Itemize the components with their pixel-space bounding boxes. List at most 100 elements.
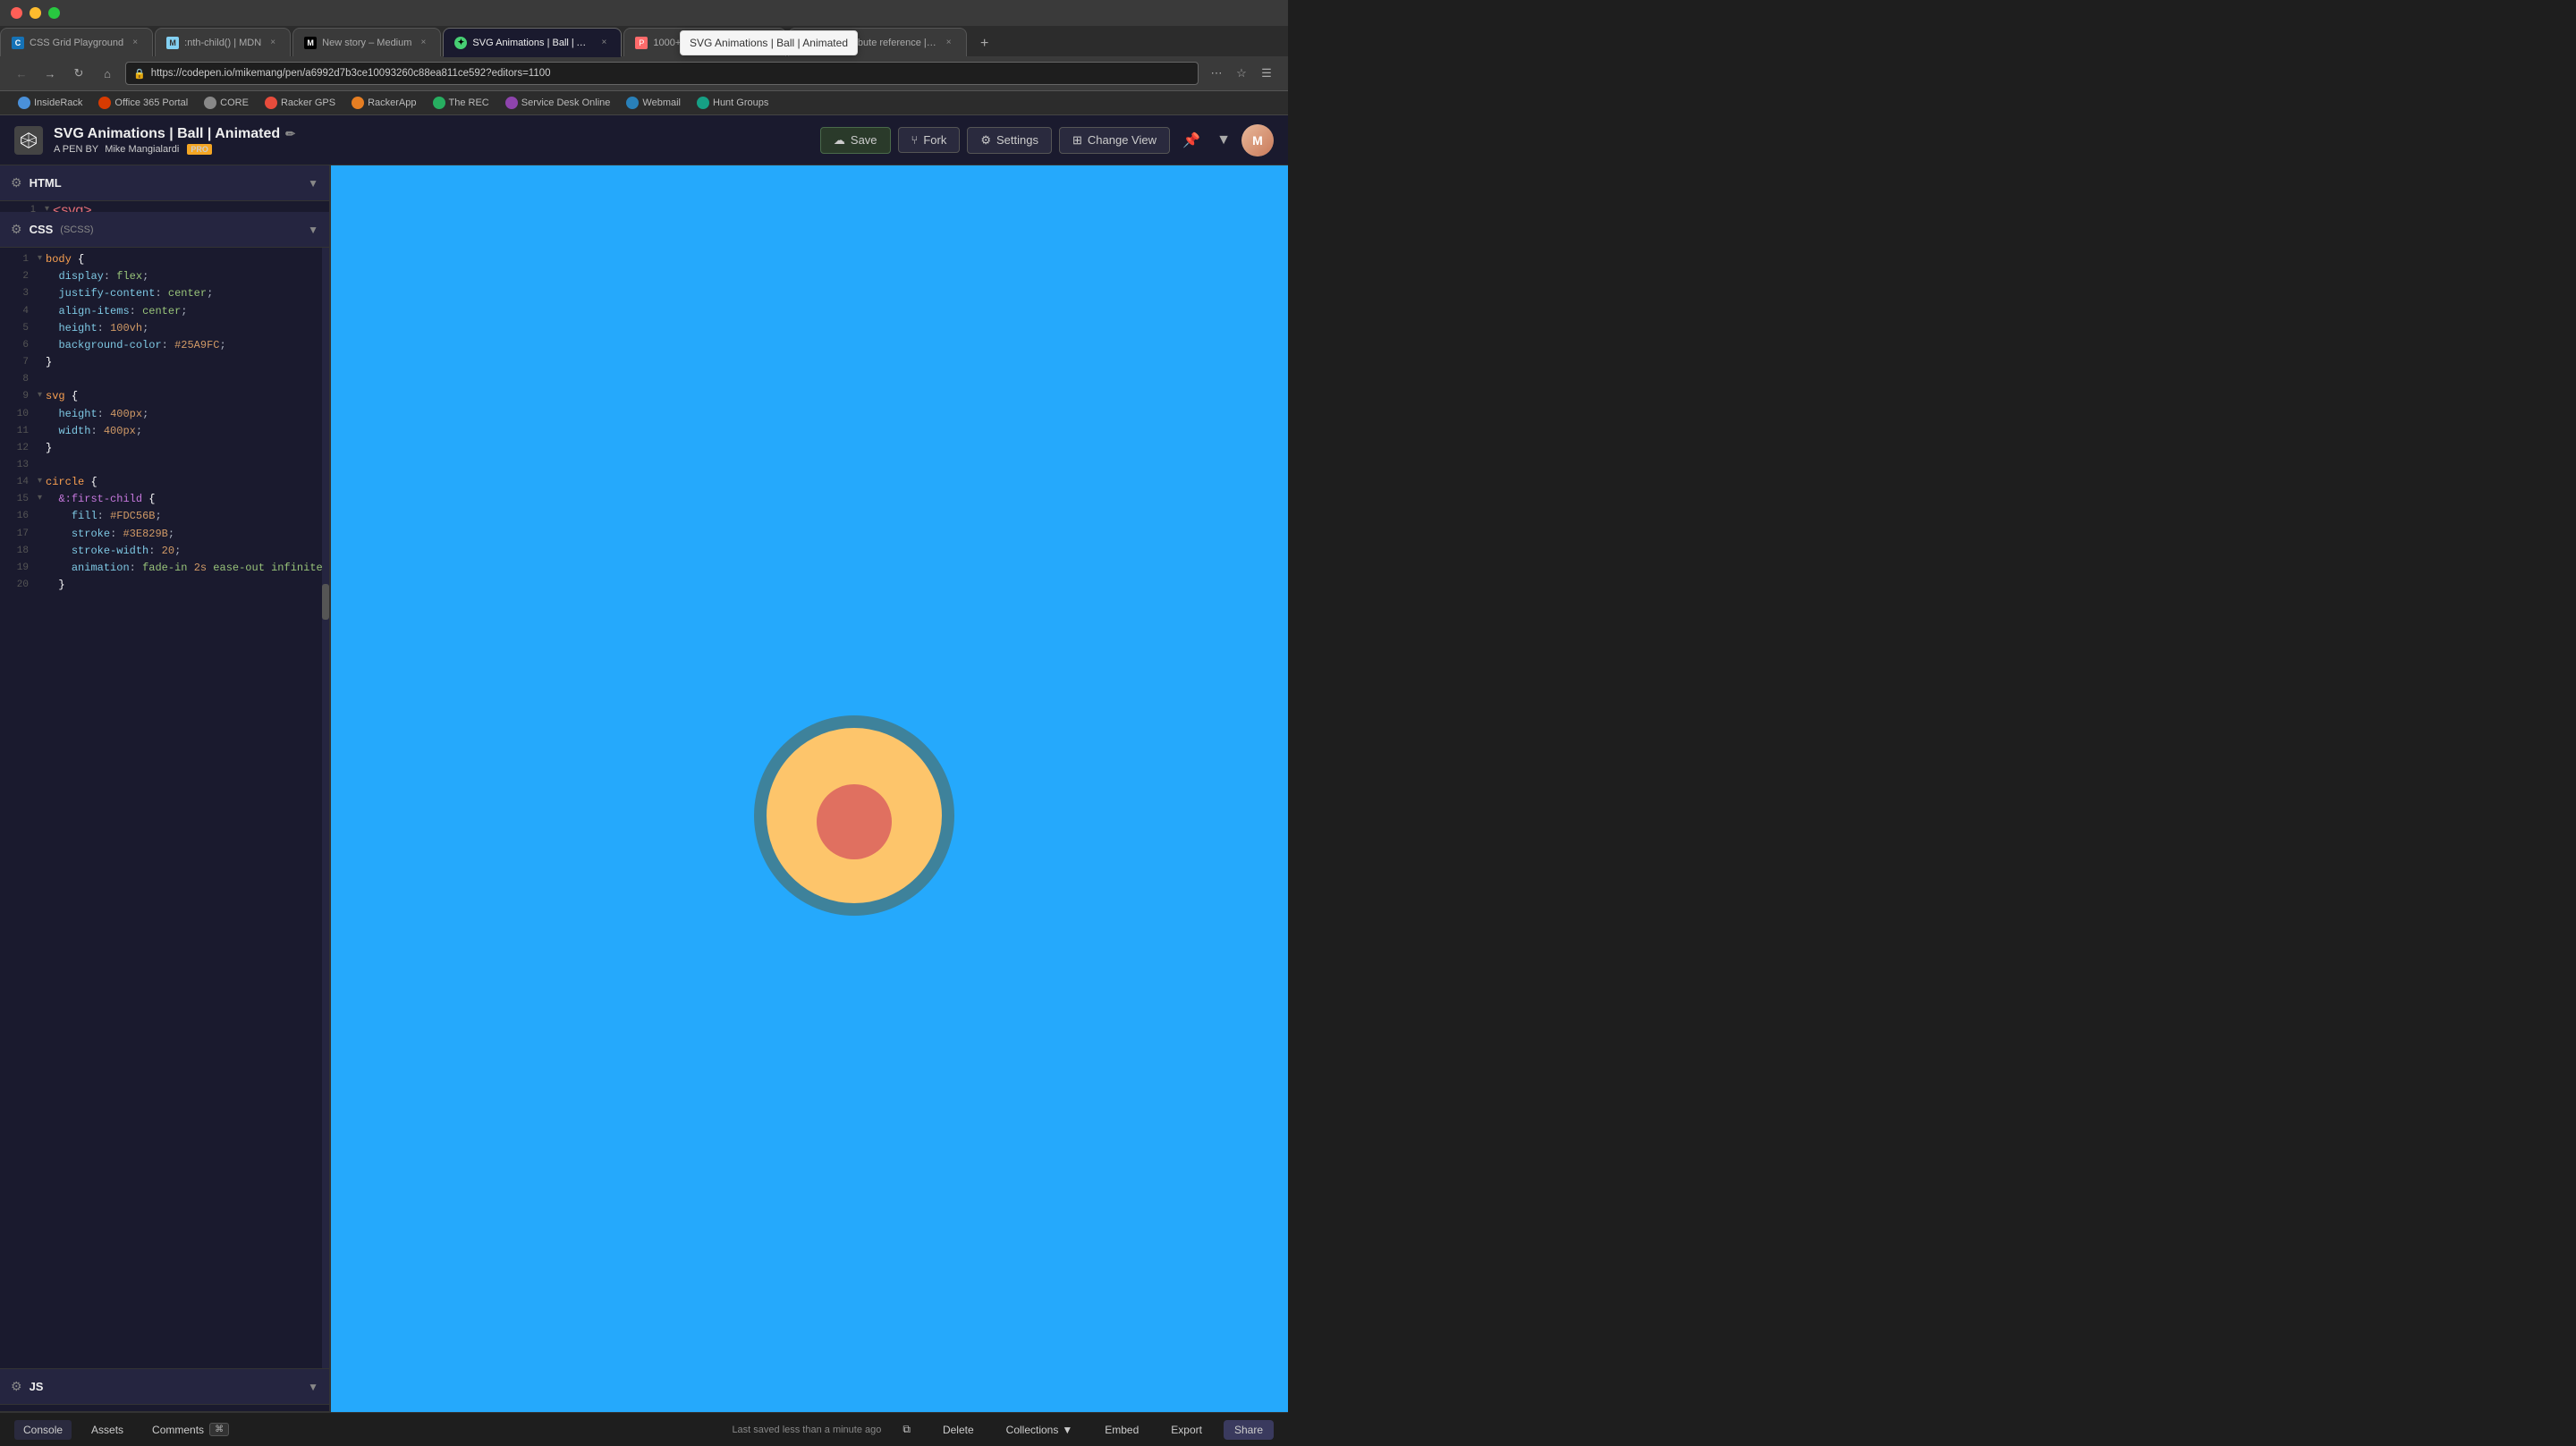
- forward-button[interactable]: →: [39, 63, 61, 84]
- js-gear-icon[interactable]: ⚙: [11, 1379, 22, 1394]
- browser-chrome: C CSS Grid Playground × M :nth-child() |…: [0, 0, 1288, 115]
- css-code-editor[interactable]: 1 ▾ body { 2 ▾ display: flex; 3: [0, 248, 322, 1368]
- tab-favicon-medium: M: [304, 37, 317, 49]
- ball-animation-svg: [729, 690, 979, 941]
- css-scrollbar-thumb[interactable]: [322, 584, 329, 620]
- tab-medium[interactable]: M New story – Medium ×: [292, 28, 441, 56]
- codepen-title-area: SVG Animations | Ball | Animated ✏ A PEN…: [54, 126, 809, 155]
- bookmark-service-desk[interactable]: Service Desk Online: [498, 95, 618, 111]
- refresh-button[interactable]: ↻: [68, 63, 89, 84]
- delete-button[interactable]: Delete: [932, 1420, 985, 1440]
- traffic-light-fullscreen[interactable]: [48, 7, 60, 19]
- back-button[interactable]: ←: [11, 63, 32, 84]
- codepen-logo[interactable]: [14, 126, 43, 155]
- tab-css-grid[interactable]: C CSS Grid Playground ×: [0, 28, 153, 56]
- tab-close-nth-child[interactable]: ×: [267, 37, 279, 49]
- bookmark-icon-webmail: [626, 97, 639, 109]
- header-chevron[interactable]: ▼: [1213, 126, 1234, 155]
- share-button[interactable]: Share: [1224, 1420, 1274, 1440]
- codepen-actions: ☁ Save ⑂ Fork ⚙ Settings ⊞ Change View 📌…: [820, 124, 1274, 156]
- css-line-19: 19 ▾ animation: fade-in 2s ease-out infi…: [0, 560, 322, 577]
- lock-icon: 🔒: [133, 68, 146, 80]
- html-panel-title: HTML: [30, 176, 62, 190]
- html-panel: ⚙ HTML ▼ 1 ▾ <svg>: [0, 165, 329, 212]
- save-button[interactable]: ☁ Save: [820, 127, 891, 154]
- change-view-button[interactable]: ⊞ Change View: [1059, 127, 1170, 154]
- css-panel-subtitle: (SCSS): [60, 224, 93, 235]
- settings-icon: ⚙: [980, 133, 991, 148]
- menu-button[interactable]: ☰: [1256, 63, 1277, 84]
- last-saved-text: Last saved less than a minute ago: [732, 1425, 881, 1435]
- css-line-14: 14 ▾ circle {: [0, 474, 322, 491]
- pen-title: SVG Animations | Ball | Animated ✏: [54, 126, 809, 142]
- css-line-1: 1 ▾ body {: [0, 251, 322, 268]
- author-name[interactable]: Mike Mangialardi: [105, 144, 179, 155]
- tab-nth-child[interactable]: M :nth-child() | MDN ×: [155, 28, 291, 56]
- bookmark-insiderack[interactable]: InsideRack: [11, 95, 89, 111]
- tab-title-css-grid: CSS Grid Playground: [30, 38, 123, 48]
- js-chevron-icon[interactable]: ▼: [308, 1381, 318, 1393]
- save-icon: ☁: [834, 133, 845, 148]
- pro-badge: PRO: [187, 144, 212, 155]
- pin-button[interactable]: 📌: [1177, 126, 1206, 155]
- bookmark-label-webmail: Webmail: [642, 97, 681, 108]
- bookmark-racker-gps[interactable]: Racker GPS: [258, 95, 343, 111]
- bookmark-office365[interactable]: Office 365 Portal: [91, 95, 195, 111]
- tab-favicon-nth-child: M: [166, 37, 179, 49]
- user-avatar[interactable]: M: [1241, 124, 1274, 156]
- html-chevron-icon[interactable]: ▼: [308, 177, 318, 190]
- settings-button[interactable]: ⚙ Settings: [967, 127, 1052, 154]
- bookmark-label-office365: Office 365 Portal: [114, 97, 188, 108]
- embed-button[interactable]: Embed: [1094, 1420, 1149, 1440]
- css-line-2: 2 ▾ display: flex;: [0, 268, 322, 285]
- nav-right-buttons: ⋯ ☆ ☰: [1206, 63, 1277, 84]
- preview-area: [331, 165, 1288, 1412]
- new-tab-button[interactable]: +: [972, 31, 997, 56]
- css-line-3: 3 ▾ justify-content: center;: [0, 285, 322, 302]
- bookmark-button[interactable]: ☆: [1231, 63, 1252, 84]
- traffic-light-close[interactable]: [11, 7, 22, 19]
- console-button[interactable]: Console: [14, 1420, 72, 1440]
- css-line-18: 18 ▾ stroke-width: 20;: [0, 543, 322, 560]
- open-new-icon: ⧉: [902, 1423, 911, 1436]
- assets-button[interactable]: Assets: [82, 1420, 132, 1440]
- css-scrollbar[interactable]: [322, 248, 329, 1368]
- codepen-app: SVG Animations | Ball | Animated ✏ A PEN…: [0, 115, 1288, 1446]
- html-gear-icon[interactable]: ⚙: [11, 175, 22, 190]
- bookmark-webmail[interactable]: Webmail: [619, 95, 688, 111]
- extensions-button[interactable]: ⋯: [1206, 63, 1227, 84]
- collections-button[interactable]: Collections ▼: [996, 1420, 1084, 1440]
- traffic-light-minimize[interactable]: [30, 7, 41, 19]
- bookmark-the-rec[interactable]: The REC: [426, 95, 496, 111]
- bookmark-core[interactable]: CORE: [197, 95, 256, 111]
- css-line-11: 11 ▾ width: 400px;: [0, 423, 322, 440]
- tab-codepen-ball[interactable]: ✦ SVG Animations | Ball | Anim... ×: [443, 28, 622, 56]
- tab-close-css-grid[interactable]: ×: [129, 37, 141, 49]
- title-bar: [0, 0, 1288, 26]
- bookmark-hunt-groups[interactable]: Hunt Groups: [690, 95, 775, 111]
- comments-button[interactable]: Comments ⌘: [143, 1419, 238, 1440]
- tabs-bar: C CSS Grid Playground × M :nth-child() |…: [0, 26, 1288, 56]
- bookmark-icon-rackerapp: [352, 97, 364, 109]
- css-line-13: 13 ▾: [0, 457, 322, 474]
- address-bar[interactable]: 🔒 https://codepen.io/mikemang/pen/a6992d…: [125, 62, 1199, 85]
- css-gear-icon[interactable]: ⚙: [11, 222, 22, 237]
- tab-close-medium[interactable]: ×: [417, 37, 429, 49]
- css-panel: ⚙ CSS (SCSS) ▼ 1 ▾ body {: [0, 212, 329, 1369]
- bookmark-icon-service-desk: [505, 97, 518, 109]
- open-in-new-button[interactable]: ⧉: [892, 1419, 921, 1440]
- tab-title-medium: New story – Medium: [322, 38, 411, 48]
- css-chevron-icon[interactable]: ▼: [308, 224, 318, 236]
- edit-title-icon[interactable]: ✏: [285, 127, 295, 141]
- tab-close-svgattr[interactable]: ×: [943, 37, 955, 49]
- keyboard-shortcut-badge: ⌘: [209, 1423, 229, 1436]
- bookmark-rackerapp[interactable]: RackerApp: [344, 95, 423, 111]
- tab-favicon-codepen-ball: ✦: [454, 37, 467, 49]
- home-button[interactable]: ⌂: [97, 63, 118, 84]
- fork-button[interactable]: ⑂ Fork: [898, 127, 961, 153]
- export-button[interactable]: Export: [1160, 1420, 1213, 1440]
- css-line-7: 7 ▾ }: [0, 354, 322, 371]
- tab-title-codepen-ball: SVG Animations | Ball | Anim...: [472, 38, 592, 48]
- tab-close-codepen-ball[interactable]: ×: [597, 37, 610, 49]
- tab-title-nth-child: :nth-child() | MDN: [184, 38, 261, 48]
